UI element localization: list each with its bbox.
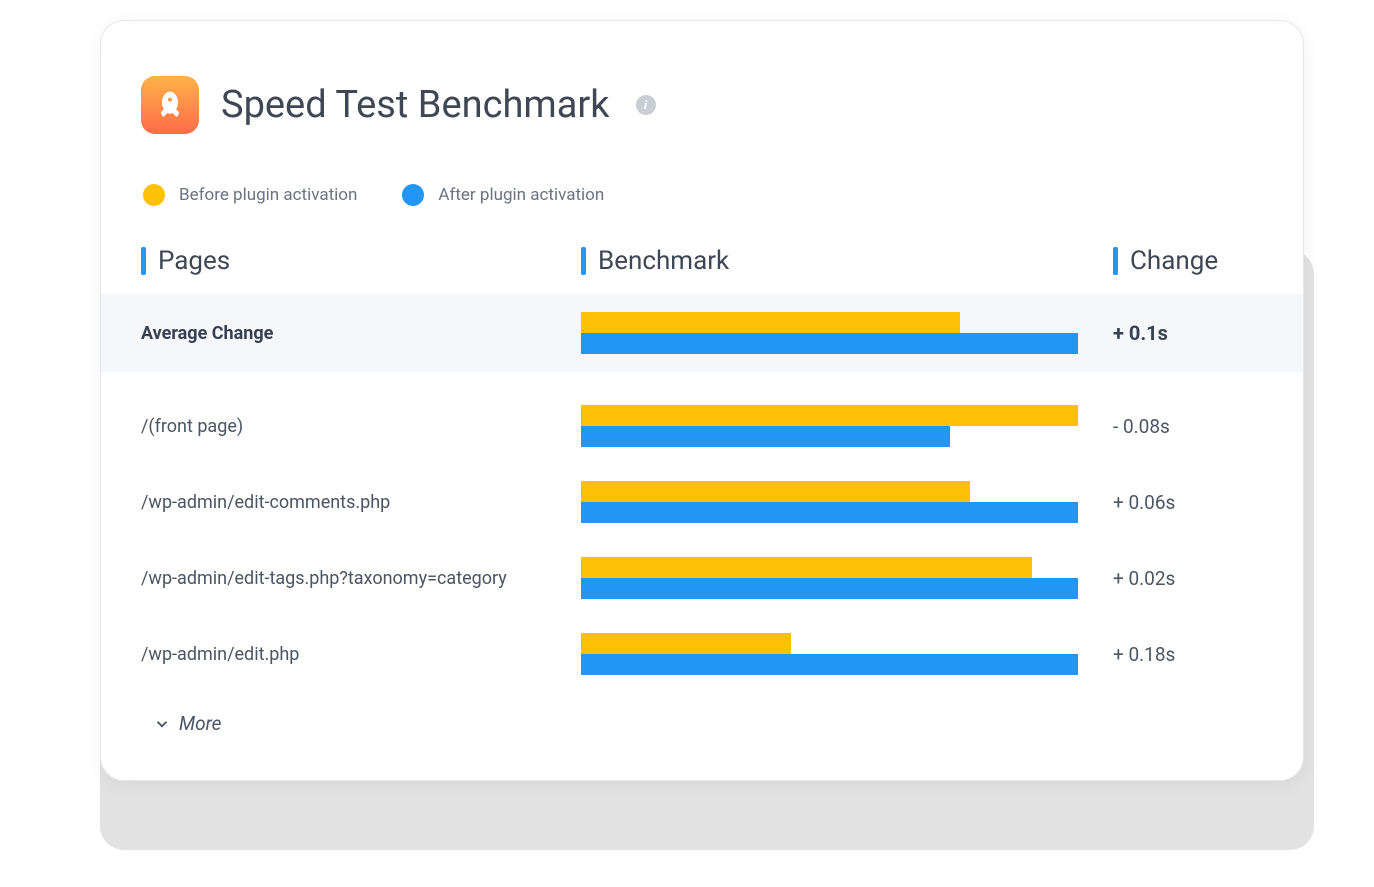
col-label-change: Change bbox=[1130, 246, 1218, 276]
row-bars bbox=[581, 557, 1093, 599]
more-toggle[interactable]: More bbox=[141, 712, 1263, 735]
col-title-benchmark: Benchmark bbox=[581, 246, 1093, 276]
rocket-icon bbox=[141, 76, 199, 134]
row-label: Average Change bbox=[141, 320, 581, 347]
row-change: - 0.08s bbox=[1093, 415, 1263, 438]
bar-before bbox=[581, 481, 970, 502]
row-change: + 0.18s bbox=[1093, 643, 1263, 666]
info-icon[interactable]: i bbox=[636, 95, 656, 115]
col-marker bbox=[141, 247, 146, 275]
col-label-pages: Pages bbox=[158, 246, 230, 276]
bar-after bbox=[581, 426, 950, 447]
table-row: /(front page) - 0.08s bbox=[141, 388, 1263, 464]
row-change: + 0.02s bbox=[1093, 567, 1263, 590]
legend: Before plugin activation After plugin ac… bbox=[141, 184, 1263, 206]
card-header: Speed Test Benchmark i bbox=[141, 76, 1263, 134]
benchmark-card: Speed Test Benchmark i Before plugin act… bbox=[100, 20, 1304, 781]
legend-dot-after bbox=[402, 184, 424, 206]
row-label: /wp-admin/edit-tags.php?taxonomy=categor… bbox=[141, 565, 581, 592]
bar-after bbox=[581, 333, 1078, 354]
row-bars bbox=[581, 405, 1093, 447]
page-title: Speed Test Benchmark bbox=[221, 83, 610, 127]
row-change: + 0.06s bbox=[1093, 491, 1263, 514]
row-bars bbox=[581, 312, 1093, 354]
row-label: /wp-admin/edit.php bbox=[141, 641, 581, 668]
more-label: More bbox=[179, 712, 221, 735]
chevron-down-icon bbox=[153, 715, 171, 733]
row-label: /wp-admin/edit-comments.php bbox=[141, 489, 581, 516]
col-label-benchmark: Benchmark bbox=[598, 246, 729, 276]
col-marker bbox=[581, 247, 586, 275]
bar-before bbox=[581, 557, 1032, 578]
bar-after bbox=[581, 502, 1078, 523]
col-marker bbox=[1113, 247, 1118, 275]
legend-label-before: Before plugin activation bbox=[179, 185, 357, 205]
bar-before bbox=[581, 633, 791, 654]
col-title-change: Change bbox=[1113, 246, 1263, 276]
bar-after bbox=[581, 654, 1078, 675]
bar-before bbox=[581, 312, 960, 333]
legend-dot-before bbox=[143, 184, 165, 206]
legend-item-after: After plugin activation bbox=[402, 184, 604, 206]
row-label: /(front page) bbox=[141, 413, 581, 440]
col-title-pages: Pages bbox=[141, 246, 581, 276]
bar-after bbox=[581, 578, 1078, 599]
table-row: /wp-admin/edit.php + 0.18s bbox=[141, 616, 1263, 692]
table-row: Average Change + 0.1s bbox=[101, 294, 1303, 372]
legend-item-before: Before plugin activation bbox=[143, 184, 357, 206]
table-row: /wp-admin/edit-comments.php + 0.06s bbox=[141, 464, 1263, 540]
legend-label-after: After plugin activation bbox=[438, 185, 604, 205]
row-change: + 0.1s bbox=[1093, 321, 1263, 345]
columns-header: Pages Benchmark Change bbox=[141, 246, 1263, 276]
table-row: /wp-admin/edit-tags.php?taxonomy=categor… bbox=[141, 540, 1263, 616]
row-bars bbox=[581, 633, 1093, 675]
row-bars bbox=[581, 481, 1093, 523]
rows-container: Average Change + 0.1s /(front page) - 0.08s… bbox=[141, 294, 1263, 692]
bar-before bbox=[581, 405, 1078, 426]
